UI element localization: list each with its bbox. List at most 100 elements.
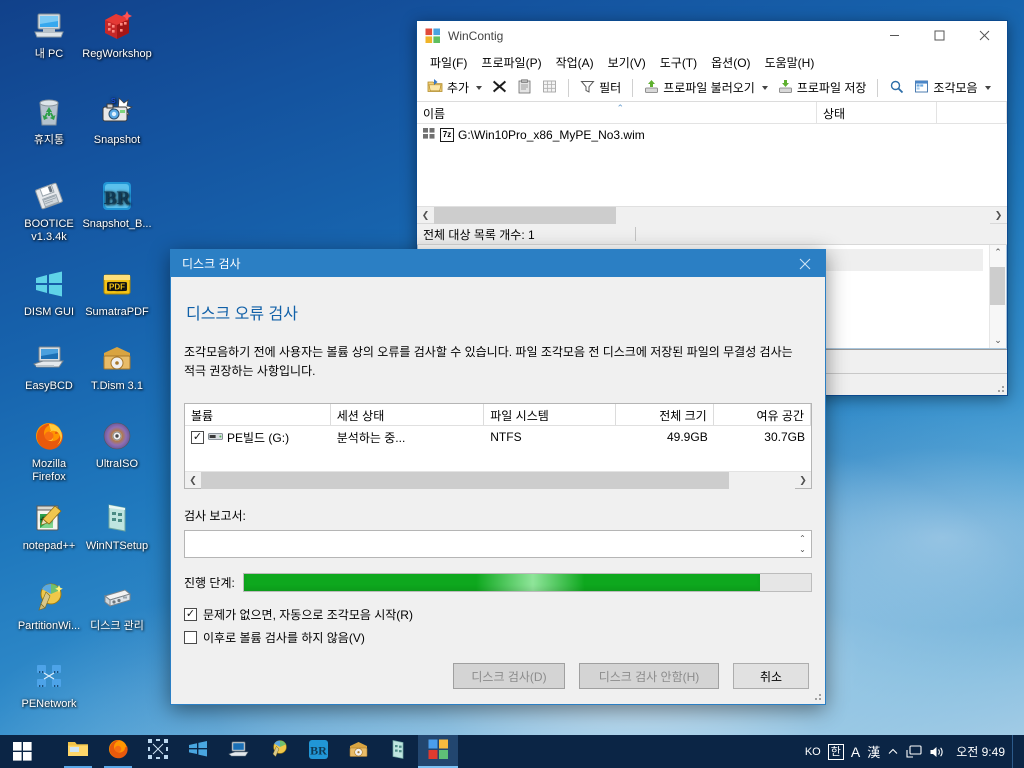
desktop-icon-snapshot-b[interactable]: BR Snapshot_B... (78, 178, 156, 231)
desktop-icon-sumatrapdf[interactable]: PDF SumatraPDF (78, 266, 156, 319)
desktop-icon-recycle-bin[interactable]: 휴지통 (10, 94, 88, 147)
report-textbox[interactable]: ⌃ ⌄ (184, 530, 812, 558)
volume-table-headers[interactable]: 볼륨 세션 상태 파일 시스템 전체 크기 여유 공간 (185, 404, 811, 426)
skip-check-button[interactable]: 디스크 검사 안함(H) (579, 663, 719, 689)
column-header-free-space[interactable]: 여유 공간 (714, 404, 811, 425)
toolbar-save-profile-button[interactable]: 프로파일 저장 (774, 77, 871, 99)
wincontig-menubar[interactable]: 파일(F) 프로파일(P) 작업(A) 보기(V) 도구(T) 옵션(O) 도움… (417, 51, 1007, 74)
wincontig-rows[interactable]: 7z G:\Win10Pro_x86_MyPE_No3.wim (417, 124, 1007, 206)
monitor-network-icon[interactable] (906, 744, 922, 759)
scroll-down-icon[interactable]: ⌄ (994, 333, 1002, 348)
column-header-name[interactable]: 이름 ⌃ (417, 102, 817, 123)
menu-profile[interactable]: 프로파일(P) (474, 52, 548, 73)
toolbar-grid-view-button[interactable] (538, 77, 561, 99)
scroll-left-icon[interactable]: ❮ (417, 210, 434, 221)
auto-start-checkbox[interactable]: ✓ (184, 608, 197, 621)
tray-language-code[interactable]: KO (805, 746, 821, 758)
desktop-icon-regworkshop[interactable]: RegWorkshop (78, 8, 156, 61)
taskbar-app-wincontig[interactable] (418, 735, 458, 768)
chevron-down-icon[interactable] (476, 85, 483, 90)
volume-table[interactable]: 볼륨 세션 상태 파일 시스템 전체 크기 여유 공간 ✓ PE빌드 (G:) … (184, 403, 812, 489)
scroll-thumb[interactable] (434, 206, 616, 224)
desktop-icon-notepadpp[interactable]: ++ notepad++ (10, 500, 88, 553)
scroll-track[interactable] (434, 206, 990, 224)
taskbar-app-snapshot-br[interactable]: BR (298, 735, 338, 768)
desktop-icon-firefox[interactable]: Mozilla Firefox (10, 418, 88, 484)
report-text[interactable] (185, 531, 794, 557)
taskbar-app-firefox[interactable] (98, 735, 138, 768)
taskbar-app-winntsetup[interactable] (378, 735, 418, 768)
volume-checkbox[interactable]: ✓ (191, 430, 204, 444)
tray-hanja-mode[interactable]: 漢 (867, 742, 880, 761)
scroll-right-icon[interactable]: ❯ (990, 210, 1007, 221)
desktop-icon-easybcd[interactable]: EasyBCD (10, 340, 88, 393)
desktop-icon-my-pc[interactable]: 내 PC (10, 8, 88, 61)
table-row[interactable]: 7z G:\Win10Pro_x86_MyPE_No3.wim (417, 124, 1007, 146)
taskbar-app-file-explorer[interactable] (58, 735, 98, 768)
column-header-total-size[interactable]: 전체 크기 (616, 404, 714, 425)
option-never-check-volume[interactable]: 이후로 볼륨 검사를 하지 않음(V) (184, 629, 812, 646)
toolbar-defrag-button[interactable]: 조각모음 (910, 77, 994, 99)
toolbar-filter-button[interactable]: 필터 (576, 77, 625, 99)
toolbar-add-button[interactable]: 추가 (423, 76, 486, 99)
wincontig-file-list[interactable]: 이름 ⌃ 상태 7z G:\Win10Pro_x86_MyPE_No3.wim (417, 102, 1007, 224)
desktop-icon-winntsetup[interactable]: WinNTSetup (78, 500, 156, 553)
system-tray[interactable]: KO 한 A 漢 오전 9:49 (805, 735, 1024, 768)
check-disk-button[interactable]: 디스크 검사(D) (453, 663, 565, 689)
desktop-icon-ultraiso[interactable]: UltraISO (78, 418, 156, 471)
scroll-thumb[interactable] (990, 267, 1005, 305)
taskbar-app-tdism[interactable] (338, 735, 378, 768)
toolbar-search-button[interactable] (885, 77, 908, 99)
desktop-icon-penetwork[interactable]: PENetwork (10, 658, 88, 711)
tray-ime-mode[interactable]: 한 (827, 743, 844, 760)
chevron-up-icon[interactable]: ⌃ (799, 533, 806, 544)
wincontig-horizontal-scrollbar[interactable]: ❮ ❯ (417, 206, 1007, 224)
volume-cell[interactable]: ✓ PE빌드 (G:) (185, 429, 331, 446)
minimize-icon[interactable] (872, 21, 917, 50)
desktop[interactable]: 내 PC RegWorkshop 휴지통 S Snapshot BOOTICE … (0, 0, 1024, 768)
desktop-icon-tdism[interactable]: T.Dism 3.1 (78, 340, 156, 393)
show-desktop-button[interactable] (1012, 735, 1018, 768)
close-icon[interactable] (962, 21, 1007, 50)
windows-start-icon[interactable] (0, 735, 44, 768)
table-row[interactable]: ✓ PE빌드 (G:) 분석하는 중... NTFS 49.9GB 30.7GB (185, 426, 811, 448)
taskbar-app-easybcd[interactable] (218, 735, 258, 768)
chevron-down-icon[interactable] (984, 85, 991, 90)
column-header-volume[interactable]: 볼륨 (185, 404, 331, 425)
menu-task[interactable]: 작업(A) (549, 52, 601, 73)
toolbar-edit-list-button[interactable] (513, 77, 536, 99)
chevron-down-icon[interactable] (761, 85, 768, 90)
cancel-button[interactable]: 취소 (733, 663, 809, 689)
scroll-up-icon[interactable]: ⌃ (994, 245, 1002, 260)
scroll-track[interactable] (201, 471, 795, 489)
maximize-icon[interactable] (917, 21, 962, 50)
taskbar[interactable]: BR KO 한 A 漢 오전 9:49 (0, 735, 1024, 768)
taskbar-app-partitionwizard[interactable] (258, 735, 298, 768)
dialog-titlebar[interactable]: 디스크 검사 (171, 250, 825, 277)
spinner-arrows[interactable]: ⌃ ⌄ (794, 531, 811, 557)
desktop-icon-dism-gui[interactable]: DISM GUI (10, 266, 88, 319)
menu-view[interactable]: 보기(V) (601, 52, 653, 73)
speaker-icon[interactable] (929, 745, 945, 759)
tray-clock[interactable]: 오전 9:49 (956, 743, 1005, 760)
tray-alpha-mode[interactable]: A (851, 744, 860, 760)
desktop-icon-partitionwizard[interactable]: PartitionWi... (10, 580, 88, 633)
wincontig-toolbar[interactable]: 추가 필터 프로파일 불러오기 프로파일 저장 조각모음 (417, 74, 1007, 102)
disk-check-dialog[interactable]: 디스크 검사 디스크 오류 검사 조각모음하기 전에 사용자는 볼륨 상의 오류… (170, 249, 826, 705)
column-header-status[interactable]: 상태 (817, 102, 937, 123)
scroll-right-icon[interactable]: ❯ (795, 475, 811, 486)
desktop-icon-disk-management[interactable]: 디스크 관리 (78, 580, 156, 633)
chevron-up-icon[interactable] (887, 746, 899, 758)
menu-tools[interactable]: 도구(T) (653, 52, 704, 73)
scroll-left-icon[interactable]: ❮ (185, 475, 201, 486)
desktop-icon-bootice[interactable]: BOOTICE v1.3.4k (10, 178, 88, 244)
wincontig-column-headers[interactable]: 이름 ⌃ 상태 (417, 102, 1007, 124)
wincontig-titlebar[interactable]: WinContig (417, 21, 1007, 51)
volume-horizontal-scrollbar[interactable]: ❮ ❯ (185, 471, 811, 489)
column-header-session-status[interactable]: 세션 상태 (331, 404, 485, 425)
desktop-icon-snapshot[interactable]: S Snapshot (78, 94, 156, 147)
wincontig-vertical-scrollbar[interactable]: ⌃ ⌄ (989, 245, 1006, 348)
option-auto-start-defrag[interactable]: ✓ 문제가 없으면, 자동으로 조각모음 시작(R) (184, 606, 812, 623)
taskbar-app-dism-gui[interactable] (178, 735, 218, 768)
menu-options[interactable]: 옵션(O) (704, 52, 757, 73)
